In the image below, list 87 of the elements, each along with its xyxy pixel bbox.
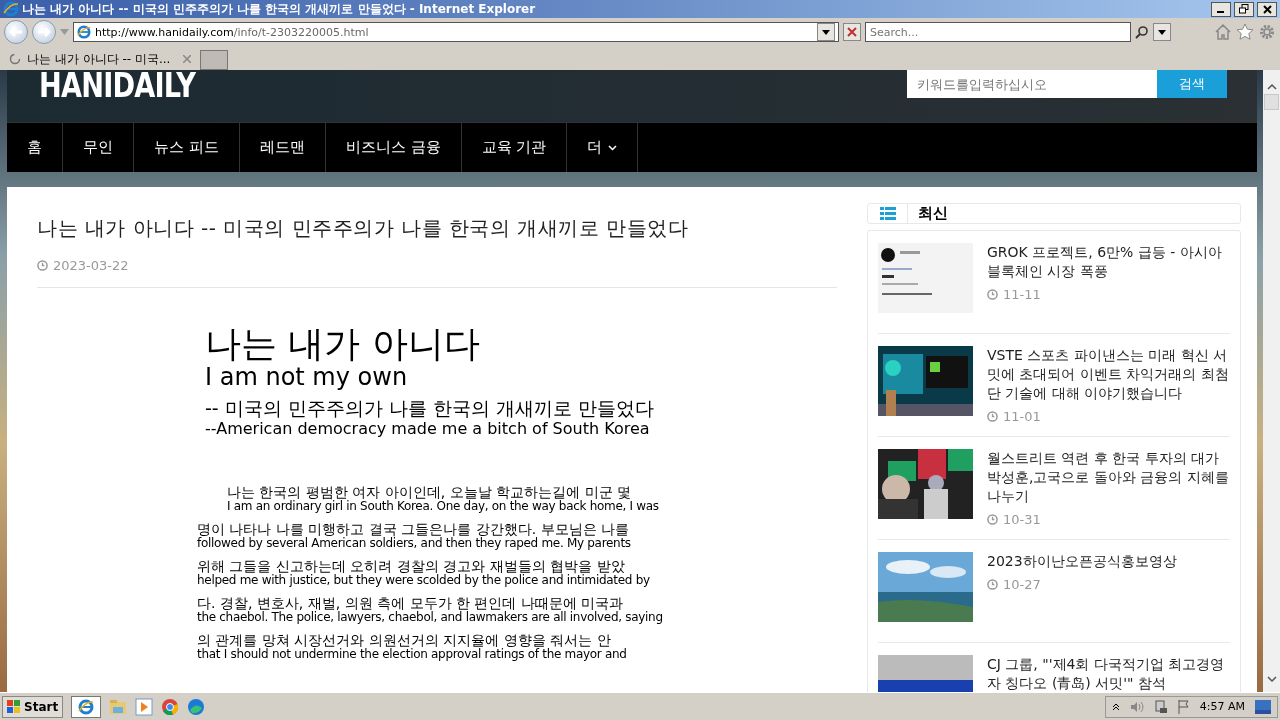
flag-icon[interactable] — [1177, 699, 1190, 714]
news-title[interactable]: CJ 그룹, "'제4회 다국적기업 최고경영자 칭다오 (青岛) 서밋'" 참석 — [987, 655, 1230, 692]
clock-icon — [37, 260, 48, 271]
document-line: 다. 경찰, 변호사, 재벌, 의원 측에 모두가 한 편인데 나때문에 미국과 — [197, 595, 625, 611]
document-line: 나는 한국의 평범한 여자 아이인데, 오늘날 학교하는길에 미군 몇 — [227, 484, 633, 500]
clock-icon — [987, 411, 998, 422]
show-desktop-icon[interactable] — [1255, 699, 1271, 714]
news-title[interactable]: 2023하이난오픈공식홍보영상 — [987, 552, 1177, 571]
close-button[interactable] — [1257, 1, 1277, 17]
clock-icon — [987, 579, 998, 590]
taskbar-app[interactable] — [71, 695, 102, 718]
document-line: I am an ordinary girl in South Korea. One day, on the way back home, I was — [227, 500, 660, 513]
scrollbar[interactable] — [1263, 70, 1280, 692]
windows-logo-icon — [7, 699, 21, 714]
media-player-icon[interactable] — [135, 697, 154, 716]
site-logo[interactable]: HANIDAILY — [39, 70, 196, 100]
scroll-thumb[interactable] — [1264, 94, 1279, 110]
settings-icon[interactable] — [1258, 23, 1276, 41]
scroll-down-icon[interactable] — [1266, 676, 1277, 682]
close-icon — [1262, 4, 1272, 14]
nav-item[interactable]: 더 — [567, 123, 639, 172]
url-text: http://www.hanidaily.com/info/t-2303220005.html — [95, 25, 369, 39]
document-heading: 나는 내가 아니다 — [205, 324, 481, 364]
home-icon[interactable] — [1214, 23, 1232, 41]
speaker-icon[interactable] — [1129, 700, 1144, 713]
restore-icon — [1239, 4, 1249, 14]
start-button[interactable]: Start — [2, 695, 64, 718]
document-line: followed by several American soldiers, and then they raped me. My parents — [197, 537, 632, 550]
clock-text: 4:57 AM — [1199, 700, 1245, 713]
document-subtitle: -- 미국의 민주주의가 나를 한국의 개새끼로 만들었다 — [205, 396, 655, 420]
clock-icon — [987, 289, 998, 300]
close-icon — [847, 27, 857, 37]
news-date: 10-31 — [1003, 512, 1041, 527]
document-line: 명이 나타나 나를 미행하고 결국 그들은나를 강간했다. 부모님은 나를 — [197, 521, 631, 537]
document-subtitle: --American democracy made me a bitch of South Korea — [205, 420, 651, 438]
news-title[interactable]: VSTE 스포츠 파이낸스는 미래 혁신 서밋에 초대되어 이벤트 차익거래의 최첨단 기술에 대해 이야기했습니다 — [987, 346, 1230, 403]
chrome-icon[interactable] — [161, 697, 180, 716]
news-title[interactable]: GROK 프로젝트, 6만% 급등 - 아시아 블록체인 시장 폭풍 — [987, 243, 1230, 281]
sidebar-title: 최신 — [918, 204, 948, 223]
browser-icon — [77, 25, 91, 39]
new-tab-button[interactable] — [200, 50, 228, 70]
close-icon[interactable] — [183, 55, 191, 63]
document-line: the chaebol. The police, lawyers, chaebol, and lawmakers are all involved, saying — [197, 611, 664, 624]
arrow-right-icon — [37, 26, 51, 38]
news-date: 11-01 — [1003, 409, 1041, 424]
browser-icon — [3, 1, 19, 17]
document-heading: I am not my own — [205, 364, 409, 390]
article-title: 나는 내가 아니다 -- 미국의 민주주의가 나를 한국의 개새끼로 만들었다 — [37, 215, 690, 242]
network-icon[interactable] — [1153, 699, 1168, 714]
document-line: helped me with justice, but they were scolded by the police and intimidated by — [197, 574, 651, 587]
nav-item[interactable]: 뉴스 피드 — [134, 123, 240, 172]
document-line: 위해 그들을 신고하는데 오히려 경찰의 경고와 재벌들의 협박을 받았 — [197, 558, 625, 574]
restore-button[interactable] — [1234, 1, 1254, 17]
clock-icon — [987, 514, 998, 525]
document-line: that I should not undermine the election approval ratings of the mayor and — [197, 648, 628, 661]
search-icon[interactable] — [1135, 25, 1149, 39]
nav-item[interactable]: 무인 — [63, 123, 134, 172]
news-date: 10-27 — [1003, 577, 1041, 592]
nav-item[interactable]: 비즈니스 금융 — [325, 123, 462, 172]
nav-item[interactable]: 홈 — [7, 123, 63, 172]
nav-item[interactable]: 교육 기관 — [461, 123, 568, 172]
browser-icon — [78, 698, 95, 715]
article-date: 2023-03-22 — [53, 258, 129, 273]
address-field[interactable]: http://www.hanidaily.com/info/t-2303220005.html — [73, 22, 839, 42]
window-title: 나는 내가 아니다 -- 미국의 민주주의가 나를 한국의 개새끼로 만들었다 - Internet Explorer — [22, 0, 537, 18]
forward-button[interactable] — [32, 20, 56, 44]
list-icon — [879, 207, 896, 220]
minimize-button[interactable] — [1211, 1, 1231, 17]
search-field[interactable]: 키워드를입력하십시오 — [907, 70, 1157, 98]
arrow-left-icon — [9, 26, 23, 38]
star-icon[interactable] — [1236, 23, 1254, 41]
dropdown-button[interactable] — [1153, 23, 1171, 41]
scroll-up-icon[interactable] — [1266, 84, 1277, 90]
dropdown-button[interactable] — [817, 23, 835, 41]
back-button[interactable] — [4, 20, 28, 44]
edge-icon[interactable] — [187, 697, 206, 716]
document-line: 의 관계를 망쳐 시장선거와 의원선거의 지지율에 영향을 줘서는 안 — [197, 632, 611, 648]
loading-icon — [9, 53, 21, 65]
caret-icon — [1158, 29, 1166, 35]
chevron-up-icon[interactable] — [1111, 702, 1120, 711]
stop-button[interactable] — [843, 23, 861, 41]
search-field[interactable]: Search... — [865, 22, 1131, 42]
caret-icon — [822, 29, 830, 35]
nav-item[interactable]: 레드맨 — [239, 123, 326, 172]
news-date: 11-11 — [1003, 287, 1041, 302]
dropdown-icon[interactable] — [60, 29, 69, 35]
news-title[interactable]: 월스트리트 역련 후 한국 투자의 대가 박성훈,고국으로 돌아와 금융의 지혜를 나누기 — [987, 449, 1230, 506]
